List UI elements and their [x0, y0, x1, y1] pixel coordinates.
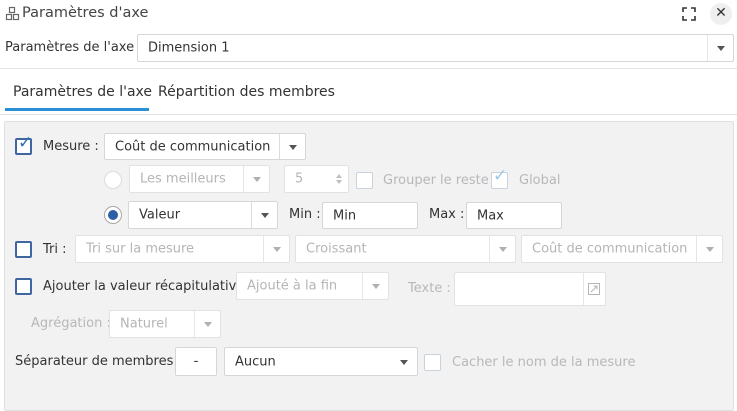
separator-char-value: -: [193, 354, 199, 369]
summary-position-value: Ajouté à la fin: [247, 278, 338, 294]
top-n-radio[interactable]: [104, 171, 122, 189]
checkmark-icon: ✓: [18, 133, 33, 153]
tab-member-distribution[interactable]: Répartition des membres: [158, 84, 335, 100]
divider: [0, 114, 737, 115]
separator-char-input[interactable]: -: [175, 347, 217, 376]
sort-by-select[interactable]: Tri sur la mesure: [75, 235, 290, 263]
top-n-select-value: Les meilleurs: [140, 171, 226, 187]
cubes-icon: [5, 6, 21, 22]
top-n-select[interactable]: Les meilleurs: [129, 165, 270, 193]
axis-label: Paramètres de l'axe :: [5, 40, 143, 55]
min-input[interactable]: Min: [322, 202, 418, 229]
expand-icon[interactable]: [588, 283, 600, 295]
close-icon[interactable]: ✕: [710, 3, 732, 25]
sort-measure-select[interactable]: Coût de communication: [521, 235, 723, 263]
measure-checkbox[interactable]: ✓: [15, 133, 33, 155]
chevron-down-icon: [263, 236, 289, 262]
chevron-down-icon: [243, 166, 269, 192]
aggregation-label: Agrégation :: [31, 316, 111, 331]
group-rest-label: Grouper le reste: [383, 173, 489, 188]
sort-by-value: Tri sur la mesure: [86, 241, 195, 257]
active-tab-indicator: [5, 108, 149, 111]
max-input[interactable]: Max: [466, 202, 562, 229]
separator-select-value: Aucun: [235, 354, 276, 369]
value-select-value: Valeur: [139, 207, 181, 223]
summary-text-input[interactable]: [454, 272, 606, 306]
divider: [0, 68, 737, 69]
chevron-down-icon: [194, 311, 220, 337]
tab-axis-parameters[interactable]: Paramètres de l'axe: [13, 84, 152, 100]
value-radio[interactable]: [104, 206, 122, 224]
summary-checkbox[interactable]: [15, 278, 32, 295]
min-label: Min :: [289, 207, 321, 222]
global-label: Global: [519, 173, 561, 188]
separator-select[interactable]: Aucun: [224, 347, 418, 376]
sort-measure-value: Coût de communication: [532, 241, 688, 257]
checkmark-icon: ✓: [493, 166, 508, 186]
hide-measure-name-checkbox[interactable]: [424, 354, 441, 371]
measure-select-value: Coût de communication: [115, 139, 271, 154]
chevron-down-icon: [707, 35, 733, 61]
top-n-count-stepper[interactable]: 5: [284, 165, 349, 193]
separator-label: Séparateur de membres :: [15, 354, 182, 369]
summary-position-select[interactable]: Ajouté à la fin: [236, 272, 389, 300]
chevron-down-icon: [696, 236, 722, 262]
chevron-down-icon: [391, 348, 417, 375]
measure-select[interactable]: Coût de communication: [104, 133, 306, 160]
sort-order-value: Croissant: [306, 241, 367, 257]
title-bar: Paramètres d'axe ✕: [0, 0, 737, 28]
value-select[interactable]: Valeur: [128, 201, 278, 229]
max-input-value: Max: [477, 208, 504, 223]
stepper-down-icon[interactable]: [336, 180, 342, 184]
axis-select-value: Dimension 1: [148, 40, 230, 56]
window-title: Paramètres d'axe: [22, 5, 149, 21]
sort-checkbox[interactable]: [15, 241, 32, 258]
top-n-count-value: 5: [295, 171, 304, 187]
aggregation-select[interactable]: Naturel: [109, 310, 221, 338]
group-rest-checkbox[interactable]: [356, 172, 373, 189]
sort-order-select[interactable]: Croissant: [295, 235, 516, 263]
sort-label: Tri :: [43, 242, 67, 257]
chevron-down-icon: [489, 236, 515, 262]
axis-select[interactable]: Dimension 1: [137, 34, 734, 62]
hide-measure-name-label: Cacher le nom de la mesure: [452, 355, 636, 370]
summary-label: Ajouter la valeur récapitulative: [43, 279, 245, 294]
chevron-down-icon: [279, 134, 305, 159]
aggregation-value: Naturel: [120, 316, 168, 332]
global-checkbox[interactable]: ✓: [491, 168, 508, 189]
stepper-up-icon[interactable]: [336, 174, 342, 178]
summary-text-label: Texte :: [408, 281, 451, 296]
measure-label: Mesure :: [43, 139, 99, 154]
min-input-value: Min: [333, 208, 357, 223]
chevron-down-icon: [362, 273, 388, 299]
divider: [583, 273, 584, 305]
chevron-down-icon: [251, 202, 277, 228]
maximize-icon[interactable]: [680, 5, 698, 23]
max-label: Max :: [429, 207, 465, 222]
